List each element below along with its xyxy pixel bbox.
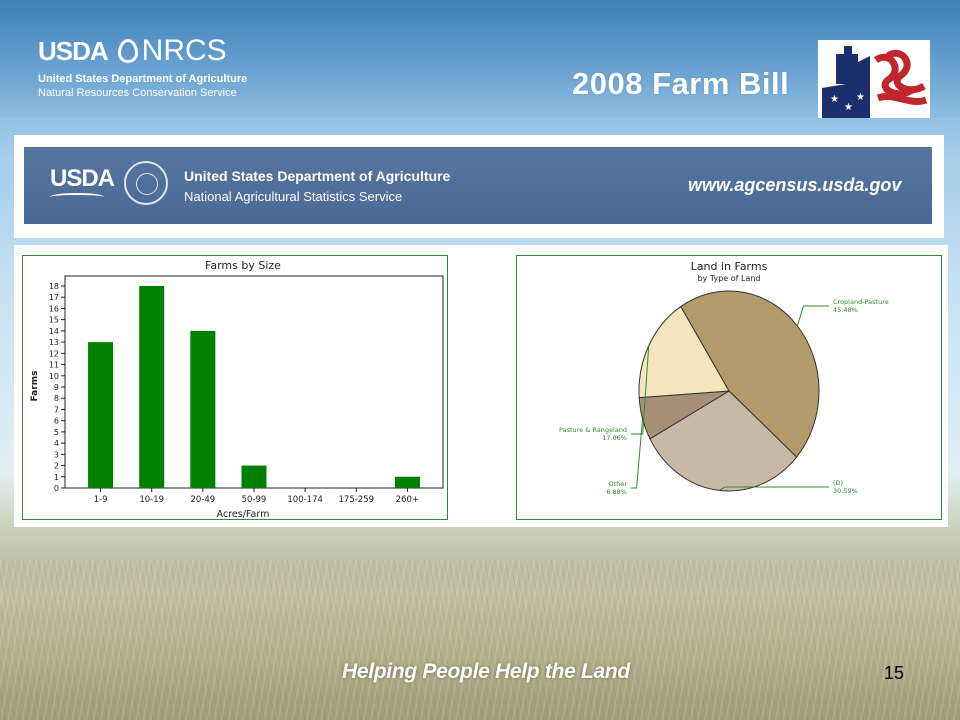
y-tick-label: 13 bbox=[49, 338, 59, 347]
y-tick-label: 1 bbox=[54, 473, 59, 482]
y-tick-label: 10 bbox=[49, 372, 59, 381]
pie-leader-line bbox=[631, 418, 644, 489]
census-agency-name: National Agricultural Statistics Service bbox=[184, 189, 403, 204]
y-tick-label: 14 bbox=[49, 327, 59, 336]
y-tick-label: 11 bbox=[49, 361, 59, 370]
y-tick-label: 12 bbox=[49, 349, 59, 358]
svg-text:★: ★ bbox=[856, 92, 865, 103]
svg-text:★: ★ bbox=[844, 102, 853, 113]
bar-20-49 bbox=[190, 330, 216, 488]
bar-10-19 bbox=[139, 286, 165, 488]
y-tick-label: 9 bbox=[54, 383, 59, 392]
census-banner: USDA United States Department of Agricul… bbox=[24, 147, 932, 224]
farms-by-size-chart: Farms by Size Farms Acres/Farm 012345678… bbox=[30, 259, 444, 520]
x-tick-label: 1-9 bbox=[94, 495, 108, 505]
y-tick-label: 2 bbox=[54, 462, 59, 471]
y-tick-label: 5 bbox=[54, 428, 59, 437]
service-line: Natural Resources Conservation Service bbox=[38, 87, 237, 99]
footer-tagline: Helping People Help the Land bbox=[342, 660, 630, 683]
agriculture-seal-icon bbox=[124, 161, 168, 205]
y-tick-label: 6 bbox=[54, 417, 59, 426]
pie-slice-label: Pasture & Rangeland bbox=[559, 426, 627, 434]
usda-nrcs-logo: USDA NRCS bbox=[38, 34, 227, 68]
dept-line: United States Department of Agriculture bbox=[38, 73, 248, 85]
pie-slice-label: Other bbox=[609, 480, 628, 488]
agency-name: United States Department of Agriculture … bbox=[38, 72, 247, 100]
pie-slice-percent: 30.59% bbox=[833, 487, 858, 495]
pie-slice-label: Cropland-Pasture bbox=[833, 298, 889, 306]
census-banner-panel: USDA United States Department of Agricul… bbox=[14, 135, 944, 238]
pie-chart-subtitle: by Type of Land bbox=[697, 274, 760, 283]
pie-slice-percent: 17.06% bbox=[602, 434, 627, 442]
charts-panel: Farms by Size Farms Acres/Farm 012345678… bbox=[14, 245, 948, 527]
farm-bill-flag-logo: ★ ★ ★ bbox=[818, 40, 930, 118]
pie-slice-percent: 6.88% bbox=[606, 488, 627, 496]
census-usda-logo: USDA bbox=[50, 165, 115, 192]
bar-260+ bbox=[394, 476, 420, 488]
x-tick-label: 260+ bbox=[396, 495, 419, 505]
y-tick-label: 8 bbox=[54, 394, 59, 403]
x-tick-label: 50-99 bbox=[242, 495, 267, 505]
bar-chart-frame: Farms by Size Farms Acres/Farm 012345678… bbox=[22, 255, 448, 520]
nrcs-logo-text: NRCS bbox=[141, 34, 227, 67]
census-dept-name: United States Department of Agriculture bbox=[184, 168, 451, 184]
page-title: 2008 Farm Bill bbox=[572, 66, 790, 101]
pie-leader-line bbox=[796, 305, 829, 327]
y-tick-label: 15 bbox=[49, 316, 59, 325]
pie-chart-title: Land in Farms bbox=[691, 260, 768, 273]
usda-logo-text: USDA bbox=[38, 35, 109, 66]
y-tick-label: 0 bbox=[54, 484, 59, 493]
x-tick-label: 100-174 bbox=[287, 495, 323, 505]
bar-chart-ylabel: Farms bbox=[30, 371, 40, 402]
flag-barn-icon: ★ ★ ★ bbox=[822, 46, 928, 118]
x-tick-label: 20-49 bbox=[191, 495, 216, 505]
y-tick-label: 4 bbox=[54, 439, 59, 448]
svg-text:★: ★ bbox=[830, 94, 839, 105]
y-tick-label: 3 bbox=[54, 450, 59, 459]
bar-plot-area bbox=[64, 275, 444, 489]
census-url-link[interactable]: www.agcensus.usda.gov bbox=[688, 175, 901, 196]
y-tick-label: 7 bbox=[54, 405, 59, 414]
bar-chart-xlabel: Acres/Farm bbox=[217, 509, 270, 519]
pie-slice-label: (D) bbox=[833, 479, 843, 487]
x-tick-label: 175-259 bbox=[339, 495, 375, 505]
pie-slice-percent: 45.48% bbox=[833, 306, 858, 314]
wheat-field-background bbox=[0, 560, 960, 720]
usda-swoosh-icon bbox=[50, 193, 104, 201]
bar-50-99 bbox=[241, 465, 267, 488]
slide-number: 15 bbox=[884, 663, 905, 683]
nrcs-logo: NRCS bbox=[117, 34, 227, 68]
water-drop-icon bbox=[117, 39, 138, 63]
land-in-farms-chart: Land in Farms by Type of Land Cropland-P… bbox=[559, 260, 889, 496]
y-tick-label: 18 bbox=[49, 282, 59, 291]
bar-1-9 bbox=[88, 342, 114, 488]
pie-chart-frame: Land in Farms by Type of Land Cropland-P… bbox=[516, 255, 942, 520]
x-tick-label: 10-19 bbox=[139, 495, 164, 505]
bar-chart-title: Farms by Size bbox=[205, 259, 281, 272]
y-tick-label: 17 bbox=[49, 293, 59, 302]
y-tick-label: 16 bbox=[49, 304, 59, 313]
